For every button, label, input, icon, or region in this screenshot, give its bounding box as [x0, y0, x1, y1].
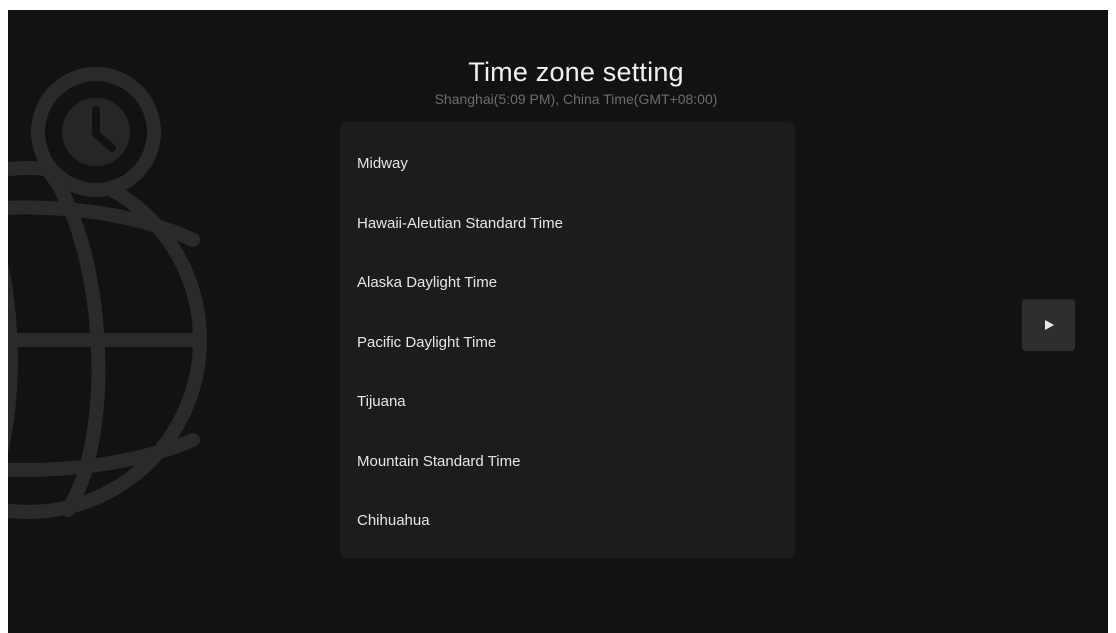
timezone-list: Midway Hawaii-Aleutian Standard Time Ala… — [340, 122, 795, 558]
header: Time zone setting Shanghai(5:09 PM), Chi… — [8, 56, 1108, 108]
timezone-item-chihuahua[interactable]: Chihuahua — [340, 491, 795, 551]
page-title: Time zone setting — [468, 57, 684, 87]
timezone-item-alaska[interactable]: Alaska Daylight Time — [340, 253, 795, 313]
timezone-item-hawaii-aleutian[interactable]: Hawaii-Aleutian Standard Time — [340, 194, 795, 254]
tv-screen: Time zone setting Shanghai(5:09 PM), Chi… — [8, 10, 1108, 633]
next-button[interactable] — [1022, 299, 1075, 351]
current-timezone-subtitle: Shanghai(5:09 PM), China Time(GMT+08:00) — [434, 91, 718, 107]
timezone-item-midway[interactable]: Midway — [340, 134, 795, 194]
play-icon — [1044, 320, 1054, 330]
timezone-item-tijuana[interactable]: Tijuana — [340, 372, 795, 432]
timezone-item-mountain[interactable]: Mountain Standard Time — [340, 432, 795, 492]
timezone-item-pacific[interactable]: Pacific Daylight Time — [340, 313, 795, 373]
